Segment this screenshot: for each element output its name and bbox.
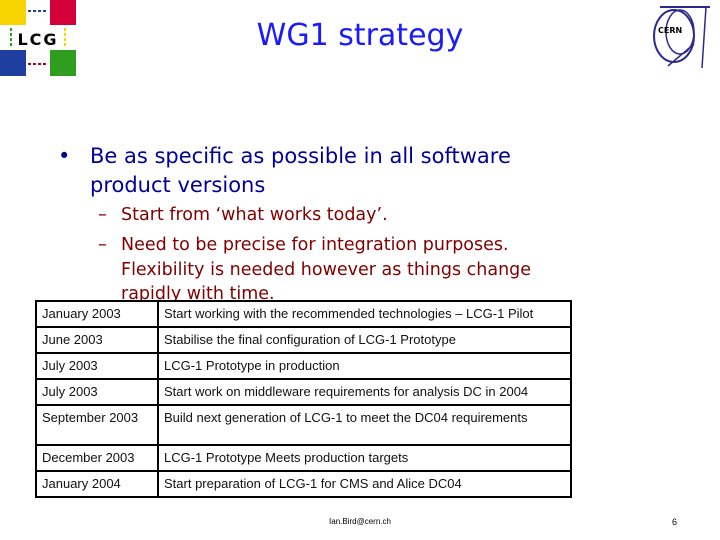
page-number: 6: [672, 517, 678, 527]
task-cell: LCG-1 Prototype Meets production targets: [157, 444, 572, 472]
bullet-text: Be as specific as possible in all softwa…: [90, 144, 511, 197]
date-cell: January 2004: [35, 470, 159, 498]
sub-bullet-text: Start from ‘what works today’.: [121, 205, 388, 225]
date-cell: January 2003: [35, 300, 159, 328]
dash: –: [98, 235, 107, 255]
sub-bullet-text: Need to be precise for integration purpo…: [121, 235, 532, 304]
table-row: July 2003 LCG-1 Prototype in production: [35, 352, 572, 380]
task-cell: LCG-1 Prototype in production: [157, 352, 572, 380]
bullet: • Be as specific as possible in all soft…: [58, 142, 578, 200]
task-cell: Start work on middleware requirements fo…: [157, 378, 572, 406]
date-cell: September 2003: [35, 404, 159, 446]
table-row: July 2003 Start work on middleware requir…: [35, 378, 572, 406]
bullet-dot: •: [58, 144, 71, 168]
task-cell: Start working with the recommended techn…: [157, 300, 572, 328]
slide-title: WG1 strategy: [256, 18, 464, 53]
date-cell: July 2003: [35, 352, 159, 380]
timeline-table: January 2003 Start working with the recom…: [35, 300, 572, 498]
task-cell: Build next generation of LCG-1 to meet t…: [157, 404, 572, 446]
date-cell: June 2003: [35, 326, 159, 354]
table-row: September 2003 Build next generation of L…: [35, 404, 572, 446]
task-cell: Stabilise the final configuration of LCG…: [157, 326, 572, 354]
table-row: December 2003 LCG-1 Prototype Meets produ…: [35, 444, 572, 472]
dash: –: [98, 205, 107, 225]
date-cell: July 2003: [35, 378, 159, 406]
table-row: June 2003 Stabilise the final configurati…: [35, 326, 572, 354]
footer-email: Ian.Bird@cern.ch: [329, 517, 391, 526]
table-row: January 2004 Start preparation of LCG-1 f…: [35, 470, 572, 498]
task-cell: Start preparation of LCG-1 for CMS and A…: [157, 470, 572, 498]
table-row: January 2003 Start working with the recom…: [35, 300, 572, 328]
date-cell: December 2003: [35, 444, 159, 472]
